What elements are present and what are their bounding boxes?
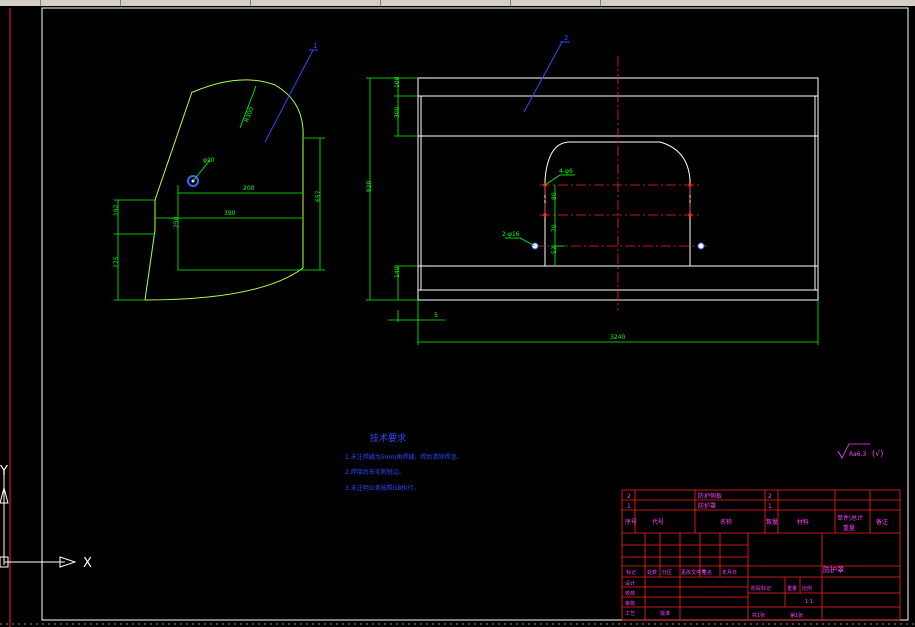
part-a-leader <box>264 49 314 143</box>
svg-text:批准: 批准 <box>660 610 670 617</box>
note-2phi16: 2-φ16 <box>502 231 520 238</box>
svg-text:名称: 名称 <box>720 518 732 526</box>
svg-text:共1张: 共1张 <box>752 612 765 619</box>
part-b-leader <box>523 41 563 113</box>
part-a-leader-label: 1 <box>313 42 317 50</box>
dim-inner-70: 70 <box>551 224 558 232</box>
dim-left-300: 300 <box>394 106 401 118</box>
dim-275: 275 <box>113 256 120 268</box>
svg-text:序号: 序号 <box>625 518 637 526</box>
svg-text:重量: 重量 <box>843 524 855 532</box>
svg-text:1: 1 <box>768 503 772 510</box>
dim-192: 192 <box>113 204 120 216</box>
part-a-side-plate: 1 R300 φ20 200 390 250 657 192 275 <box>113 42 325 301</box>
svg-text:材料: 材料 <box>797 518 809 526</box>
dim-left-140: 140 <box>394 266 401 278</box>
svg-text:校核: 校核 <box>625 590 635 597</box>
svg-text:代号: 代号 <box>652 518 664 526</box>
svg-text:2: 2 <box>768 493 772 500</box>
surface-finish-suffix: (√) <box>872 449 883 458</box>
dim-bottom-5: 5 <box>434 312 438 319</box>
surface-finish-symbol: Ra6.3 (√) <box>837 443 883 459</box>
part-a-outline <box>144 79 304 301</box>
dim-390: 390 <box>224 210 236 217</box>
svg-text:阶段标记: 阶段标记 <box>751 585 771 592</box>
part-b-leader-label: 2 <box>564 34 568 42</box>
dim-phi20: φ20 <box>203 157 215 164</box>
svg-text:年月日: 年月日 <box>722 569 737 576</box>
svg-text:2: 2 <box>627 493 631 500</box>
title-block <box>621 489 901 621</box>
svg-text:重量: 重量 <box>787 585 797 592</box>
tech-req-line-3: 3.未注明公差按照GB执行。 <box>345 484 420 492</box>
dim-200: 200 <box>243 185 255 192</box>
svg-text:工艺: 工艺 <box>625 611 635 617</box>
svg-text:审核: 审核 <box>625 600 635 607</box>
cad-drawing-canvas[interactable]: 1 R300 φ20 200 390 250 657 192 275 2 100… <box>0 6 915 627</box>
svg-text:数量: 数量 <box>766 518 778 526</box>
ucs-icon <box>0 470 77 568</box>
svg-text:防护侧板: 防护侧板 <box>698 492 722 500</box>
svg-text:1:1: 1:1 <box>805 599 813 605</box>
part-b-window-cutout <box>544 141 691 266</box>
dim-inner-80: 80 <box>551 192 558 200</box>
svg-text:1: 1 <box>627 503 631 510</box>
svg-text:防护罩: 防护罩 <box>698 502 716 510</box>
svg-text:处数: 处数 <box>647 569 657 576</box>
dim-250: 250 <box>173 216 180 228</box>
tech-requirements: 技术要求 1.未注焊缝为5mm角焊缝，焊后清除焊渣。 2.焊接后去毛刺锐边。 3… <box>345 432 462 492</box>
ucs-x-label: X <box>83 556 92 571</box>
surface-finish-value: Ra6.3 <box>849 451 866 458</box>
dim-bottom-3240: 3240 <box>610 334 625 341</box>
tech-req-line-2: 2.焊接后去毛刺锐边。 <box>345 468 405 476</box>
part-b-front-plate: 2 100 300 920 140 5 3240 4-φ6 2-φ16 80 7… <box>366 34 819 345</box>
dim-inner-52: 52 <box>551 246 558 254</box>
part-b-hole-right-icon <box>697 242 705 250</box>
dim-657: 657 <box>315 190 322 202</box>
svg-text:签名: 签名 <box>702 569 712 576</box>
dim-left-100: 100 <box>394 76 401 88</box>
svg-text:分区: 分区 <box>662 569 672 576</box>
tech-req-title: 技术要求 <box>370 432 406 444</box>
note-4phi6: 4-φ6 <box>559 168 573 175</box>
dim-r300: R300 <box>243 106 255 123</box>
svg-text:标记: 标记 <box>626 569 636 576</box>
title-block-text: 2 防护侧板 1 防护罩 2 1 序号 代号 名称 数量 材料 单件|总计 重量… <box>625 492 888 619</box>
svg-text:单件|总计: 单件|总计 <box>837 514 863 522</box>
svg-text:设计: 设计 <box>625 580 635 587</box>
tech-req-line-1: 1.未注焊缝为5mm角焊缝，焊后清除焊渣。 <box>345 453 462 461</box>
svg-text:防护罩: 防护罩 <box>823 565 844 574</box>
svg-text:第1张: 第1张 <box>790 612 803 619</box>
svg-text:备注: 备注 <box>876 518 888 526</box>
ucs-y-label: Y <box>0 464 8 479</box>
svg-text:比例: 比例 <box>802 585 812 592</box>
dim-left-920: 920 <box>366 180 373 192</box>
